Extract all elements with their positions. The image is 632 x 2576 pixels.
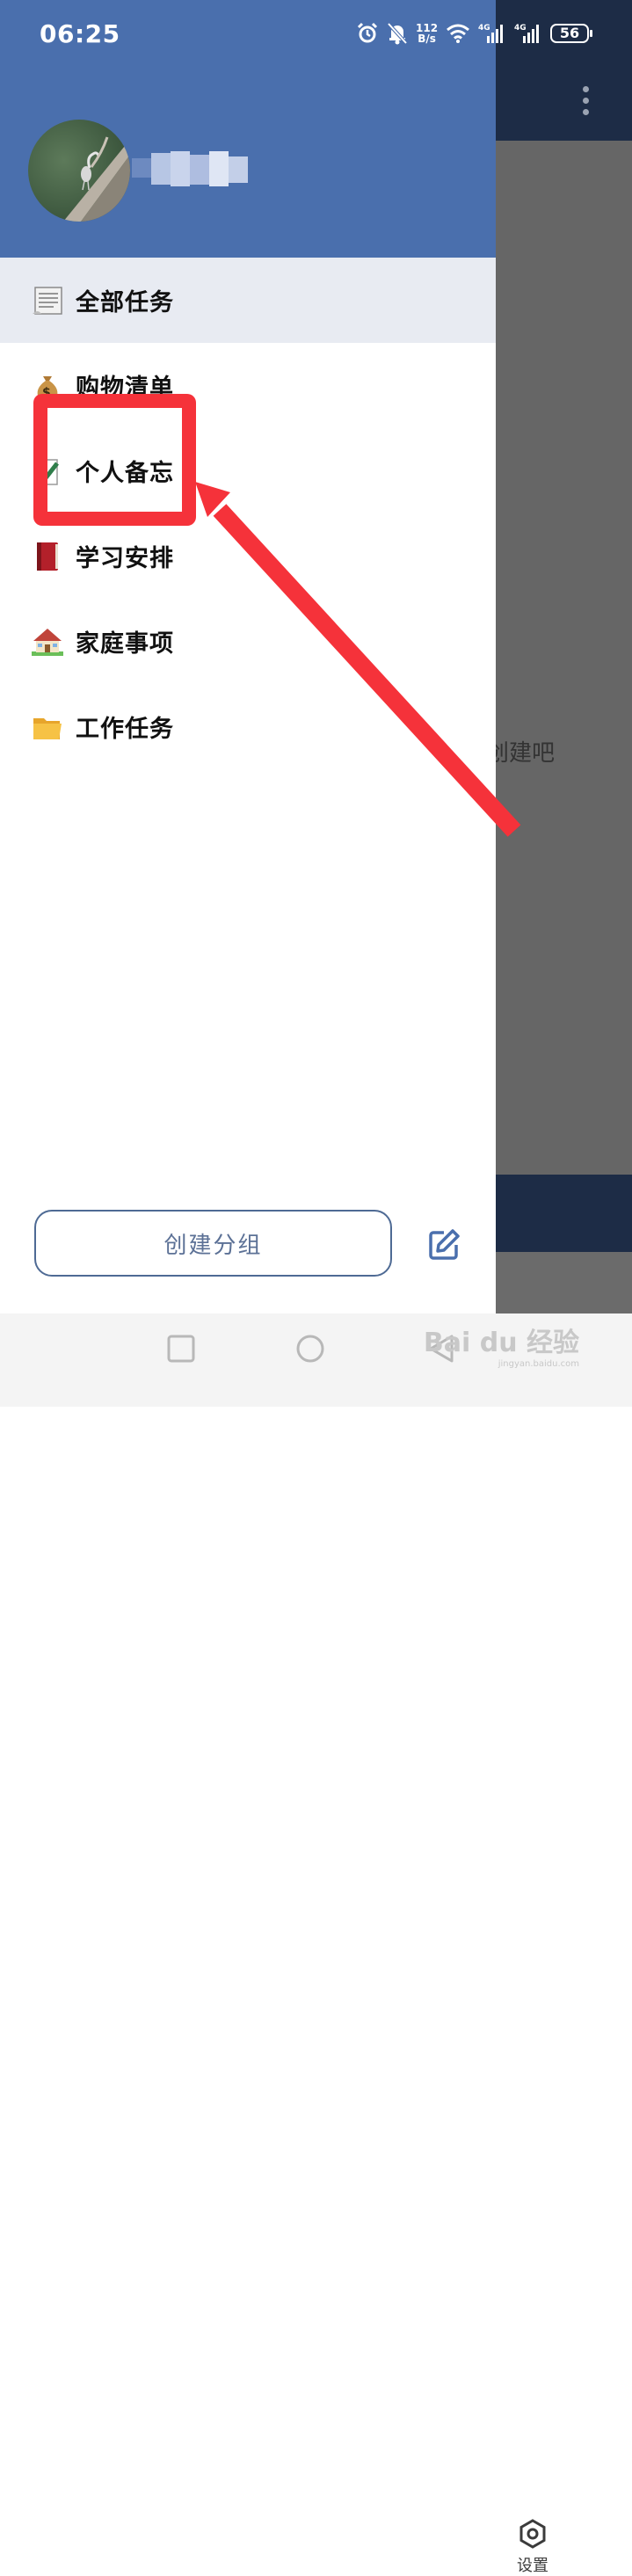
- network-speed: 112 B/s: [416, 23, 438, 44]
- wifi-icon: [447, 24, 470, 43]
- nav-item-family-matters[interactable]: 家庭事项: [0, 599, 496, 684]
- username-blurred: [132, 151, 248, 190]
- recent-apps-icon[interactable]: [163, 1331, 199, 1366]
- battery-icon: 56: [550, 24, 593, 43]
- status-time: 06:25: [40, 19, 120, 48]
- nav-item-label: 家庭事项: [76, 630, 174, 658]
- navigation-drawer: 全部任务 $ 购物清单 个人备忘 学习安排 家庭事项 工作任务 创建分组: [0, 0, 496, 1407]
- nav-item-label: 工作任务: [76, 716, 174, 743]
- document-icon: [30, 283, 65, 318]
- bell-off-icon: [387, 22, 408, 45]
- tab-settings-label: 设置: [517, 2557, 548, 2575]
- book-icon: [30, 539, 65, 574]
- avatar-heron-photo: [63, 136, 130, 222]
- house-icon: [30, 624, 65, 659]
- svg-text:4G: 4G: [478, 24, 490, 33]
- status-icons: 112 B/s 4G 4G 56: [356, 19, 593, 47]
- network-speed-unit: B/s: [418, 33, 436, 45]
- settings-hexagon-icon: [519, 2519, 546, 2549]
- tab-settings[interactable]: 设置: [508, 2518, 557, 2576]
- watermark-subtext: jingyan.baidu.com: [498, 1359, 579, 1369]
- watermark: Bai du 经验 jingyan.baidu.com: [424, 1321, 579, 1369]
- status-bar: 06:25 112 B/s 4G 4G 56: [0, 0, 632, 67]
- folder-icon: [30, 709, 65, 745]
- nav-item-all-tasks[interactable]: 全部任务: [0, 258, 496, 343]
- nav-item-label: 学习安排: [76, 545, 174, 572]
- nav-item-study-plan[interactable]: 学习安排: [0, 513, 496, 599]
- avatar[interactable]: [28, 120, 130, 222]
- nav-item-work-tasks[interactable]: 工作任务: [0, 684, 496, 769]
- signal-4g-icon: 4G: [514, 24, 540, 43]
- alarm-icon: [357, 22, 378, 43]
- more-options-icon[interactable]: [580, 86, 591, 118]
- svg-text:4G: 4G: [514, 24, 527, 33]
- empty-hint-text: 创建吧: [486, 740, 556, 767]
- watermark-text: Bai du 经验: [423, 1328, 579, 1358]
- edit-icon[interactable]: [426, 1227, 461, 1263]
- nav-item-label: 全部任务: [76, 289, 174, 317]
- create-group-button[interactable]: 创建分组: [34, 1210, 392, 1277]
- signal-4g-icon: 4G: [478, 24, 504, 43]
- home-icon[interactable]: [293, 1331, 328, 1366]
- annotation-highlight-box: [33, 394, 196, 526]
